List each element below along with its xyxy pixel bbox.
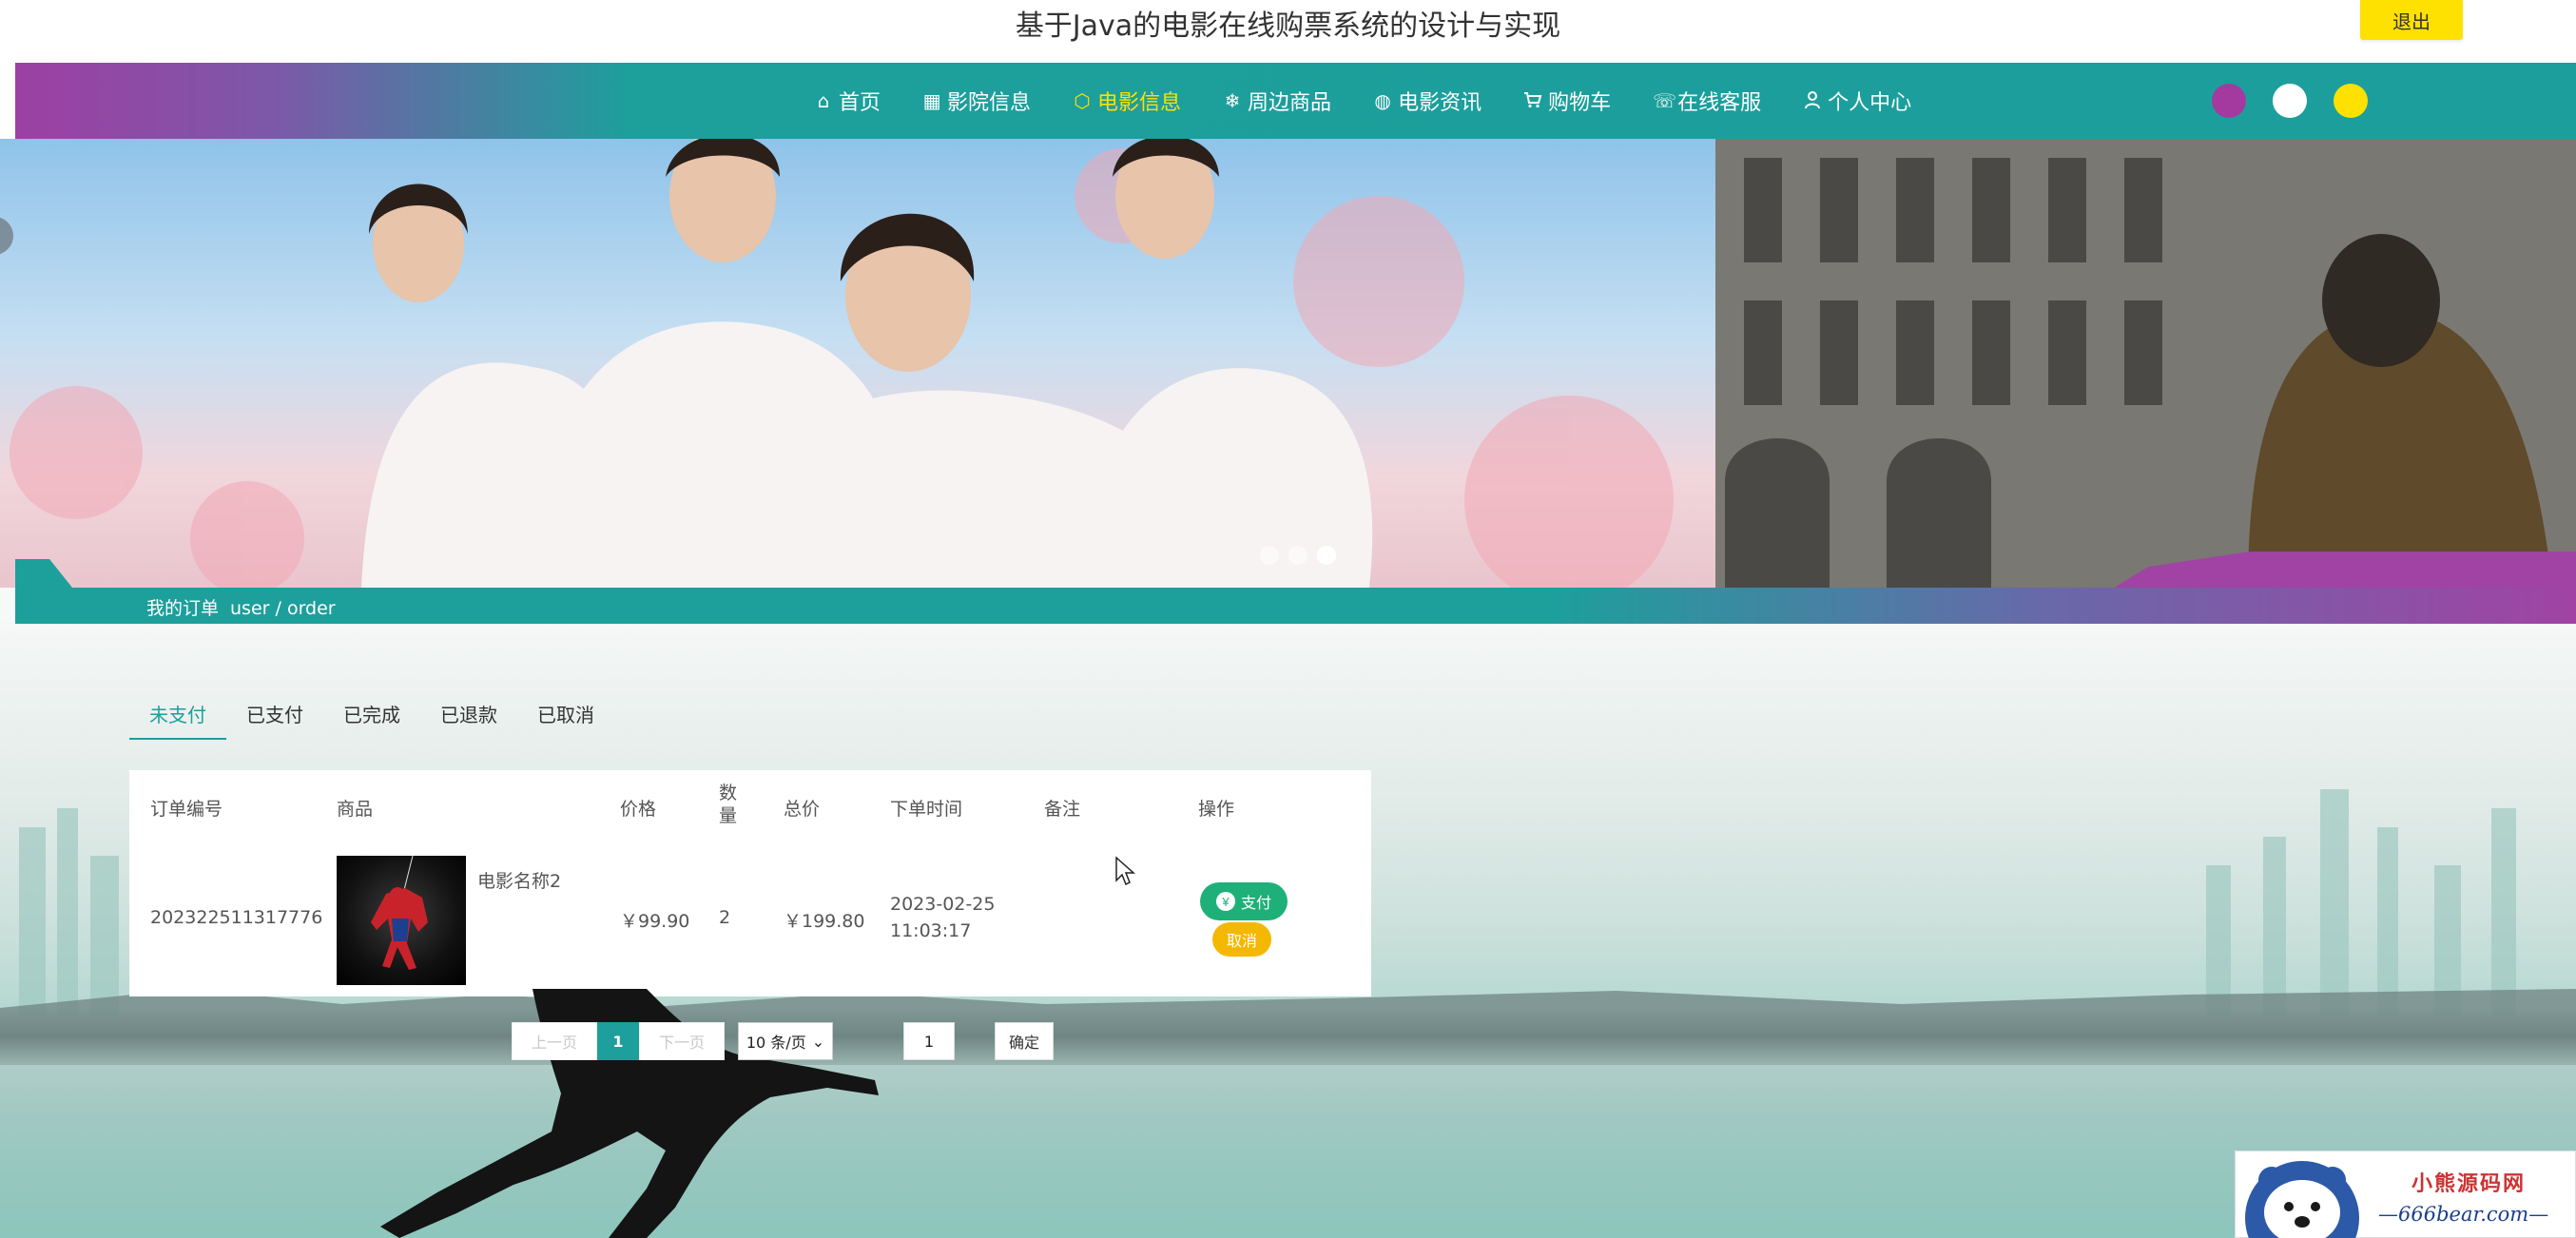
- order-clock: 11:03:17: [890, 920, 972, 941]
- grid-icon: ▦: [922, 89, 941, 112]
- pay-button-label: 支付: [1240, 896, 1271, 912]
- order-date: 2023-02-25: [890, 894, 996, 915]
- tab-unpaid[interactable]: 未支付: [129, 687, 226, 740]
- nav-item-label: 电影信息: [1097, 91, 1182, 115]
- theme-purple-button[interactable]: [2212, 84, 2246, 118]
- banner-next-slide-image: [1715, 139, 2576, 588]
- carousel-dot-active[interactable]: [1317, 546, 1336, 565]
- column-header-remark: 备注: [1044, 799, 1081, 820]
- tab-refunded[interactable]: 已退款: [420, 687, 517, 740]
- order-table: 订单编号 商品 价格 数量 总价 下单时间 备注 操作 202322511317…: [129, 770, 1371, 996]
- column-header-order-no: 订单编号: [150, 799, 223, 820]
- order-total: ￥199.80: [784, 911, 865, 932]
- watermark-url: —666bear.com—: [2378, 1203, 2549, 1226]
- page-size-select[interactable]: 10 条/页 ⌄: [738, 1022, 833, 1060]
- banner-next-slide-art: [1715, 139, 2576, 588]
- nav-item-movie-info[interactable]: ⬡ 电影信息: [1073, 86, 1181, 116]
- nav-item-label: 购物车: [1548, 91, 1612, 115]
- palette-icon: ◍: [1374, 89, 1391, 112]
- banner-slide-art: [10, 139, 1674, 588]
- home-icon: ⌂: [817, 89, 830, 112]
- top-bar: 基于Java的电影在线购票系统的设计与实现 退出: [0, 0, 2576, 63]
- column-header-order-time: 下单时间: [890, 799, 963, 820]
- nav-item-movie-news[interactable]: ◍ 电影资讯: [1373, 86, 1482, 116]
- banner-slide-image: [0, 139, 1715, 588]
- nav-item-label: 首页: [839, 91, 881, 115]
- column-header-quantity: 数量: [719, 783, 738, 826]
- page-jump-input[interactable]: [903, 1022, 955, 1060]
- order-number: 202322511317776: [150, 907, 323, 928]
- nav-item-label: 影院信息: [947, 91, 1032, 115]
- watermark-title: 小熊源码网: [2411, 1172, 2527, 1196]
- background-water: [0, 1041, 2576, 1238]
- nav-item-customer-service[interactable]: ☏ 在线客服: [1653, 86, 1761, 116]
- column-header-price: 价格: [620, 799, 657, 820]
- spiderman-poster-art: [371, 856, 428, 970]
- banner-carousel[interactable]: [0, 139, 2576, 588]
- carousel-dots: [1260, 546, 1336, 565]
- bear-logo-icon: [2245, 1161, 2359, 1238]
- breadcrumb-path: user / order: [230, 598, 336, 619]
- cube-icon: ⬡: [1074, 89, 1091, 112]
- nav-item-label: 个人中心: [1828, 91, 1912, 115]
- site-title: 基于Java的电影在线购票系统的设计与实现: [1015, 10, 1561, 43]
- tab-paid[interactable]: 已支付: [226, 687, 323, 740]
- breadcrumb-title: 我的订单: [146, 598, 220, 619]
- theme-yellow-button[interactable]: [2334, 84, 2368, 118]
- breadcrumb: 我的订单 user / order: [15, 588, 2576, 624]
- product-quantity: 2: [719, 907, 731, 928]
- pagination-next-button[interactable]: 下一页: [639, 1022, 725, 1060]
- main-navbar: ⌂ 首页 ▦ 影院信息 ⬡ 电影信息 ❄ 周边商品 ◍ 电影资讯 购物车 ☏ 在…: [15, 63, 2576, 200]
- nav-menu: ⌂ 首页 ▦ 影院信息 ⬡ 电影信息 ❄ 周边商品 ◍ 电影资讯 购物车 ☏ 在…: [814, 63, 1911, 139]
- column-header-total: 总价: [784, 799, 821, 820]
- order-status-tabs: 未支付 已支付 已完成 已退款 已取消: [129, 687, 614, 740]
- mouse-pointer-icon: [1115, 856, 1135, 886]
- theme-switcher: [2212, 84, 2368, 118]
- nav-item-user-center[interactable]: 个人中心: [1803, 86, 1911, 116]
- cancel-order-button[interactable]: 取消: [1212, 922, 1271, 957]
- nav-item-label: 在线客服: [1677, 91, 1762, 115]
- nav-item-cart[interactable]: 购物车: [1523, 86, 1611, 116]
- nav-item-label: 电影资讯: [1398, 91, 1482, 115]
- chevron-down-icon: ⌄: [811, 1032, 825, 1051]
- pagination-page-current[interactable]: 1: [597, 1022, 639, 1060]
- theme-white-button[interactable]: [2273, 84, 2307, 118]
- watermark-logo: 小熊源码网 —666bear.com—: [2235, 1151, 2576, 1238]
- column-header-product: 商品: [337, 799, 374, 820]
- product-thumbnail[interactable]: [337, 856, 466, 985]
- headset-icon: ☏: [1653, 89, 1677, 112]
- logout-button[interactable]: 退出: [2360, 0, 2463, 40]
- user-icon: [1803, 90, 1822, 112]
- background-shore: [0, 1008, 2576, 1065]
- snowflake-icon: ❄: [1224, 89, 1241, 112]
- pagination-prev-button[interactable]: 上一页: [512, 1022, 597, 1060]
- carousel-dot[interactable]: [1260, 546, 1279, 565]
- breadcrumb-text: 我的订单 user / order: [146, 594, 336, 620]
- nav-item-label: 周边商品: [1248, 91, 1332, 115]
- product-name[interactable]: 电影名称2: [477, 867, 561, 893]
- yen-coin-icon: ¥: [1215, 892, 1235, 911]
- cart-icon: [1523, 91, 1542, 111]
- carousel-dot[interactable]: [1288, 546, 1307, 565]
- pay-button[interactable]: ¥ 支付: [1200, 882, 1288, 920]
- page-size-value: 10 条/页: [746, 1034, 806, 1052]
- column-header-actions: 操作: [1198, 799, 1235, 820]
- page-jump-confirm-button[interactable]: 确定: [995, 1022, 1054, 1060]
- nav-item-merchandise[interactable]: ❄ 周边商品: [1223, 86, 1331, 116]
- nav-item-home[interactable]: ⌂ 首页: [814, 86, 881, 116]
- tab-completed[interactable]: 已完成: [323, 687, 420, 740]
- nav-item-cinema-info[interactable]: ▦ 影院信息: [922, 86, 1031, 116]
- product-price: ￥99.90: [620, 911, 690, 932]
- tab-cancelled[interactable]: 已取消: [517, 687, 614, 740]
